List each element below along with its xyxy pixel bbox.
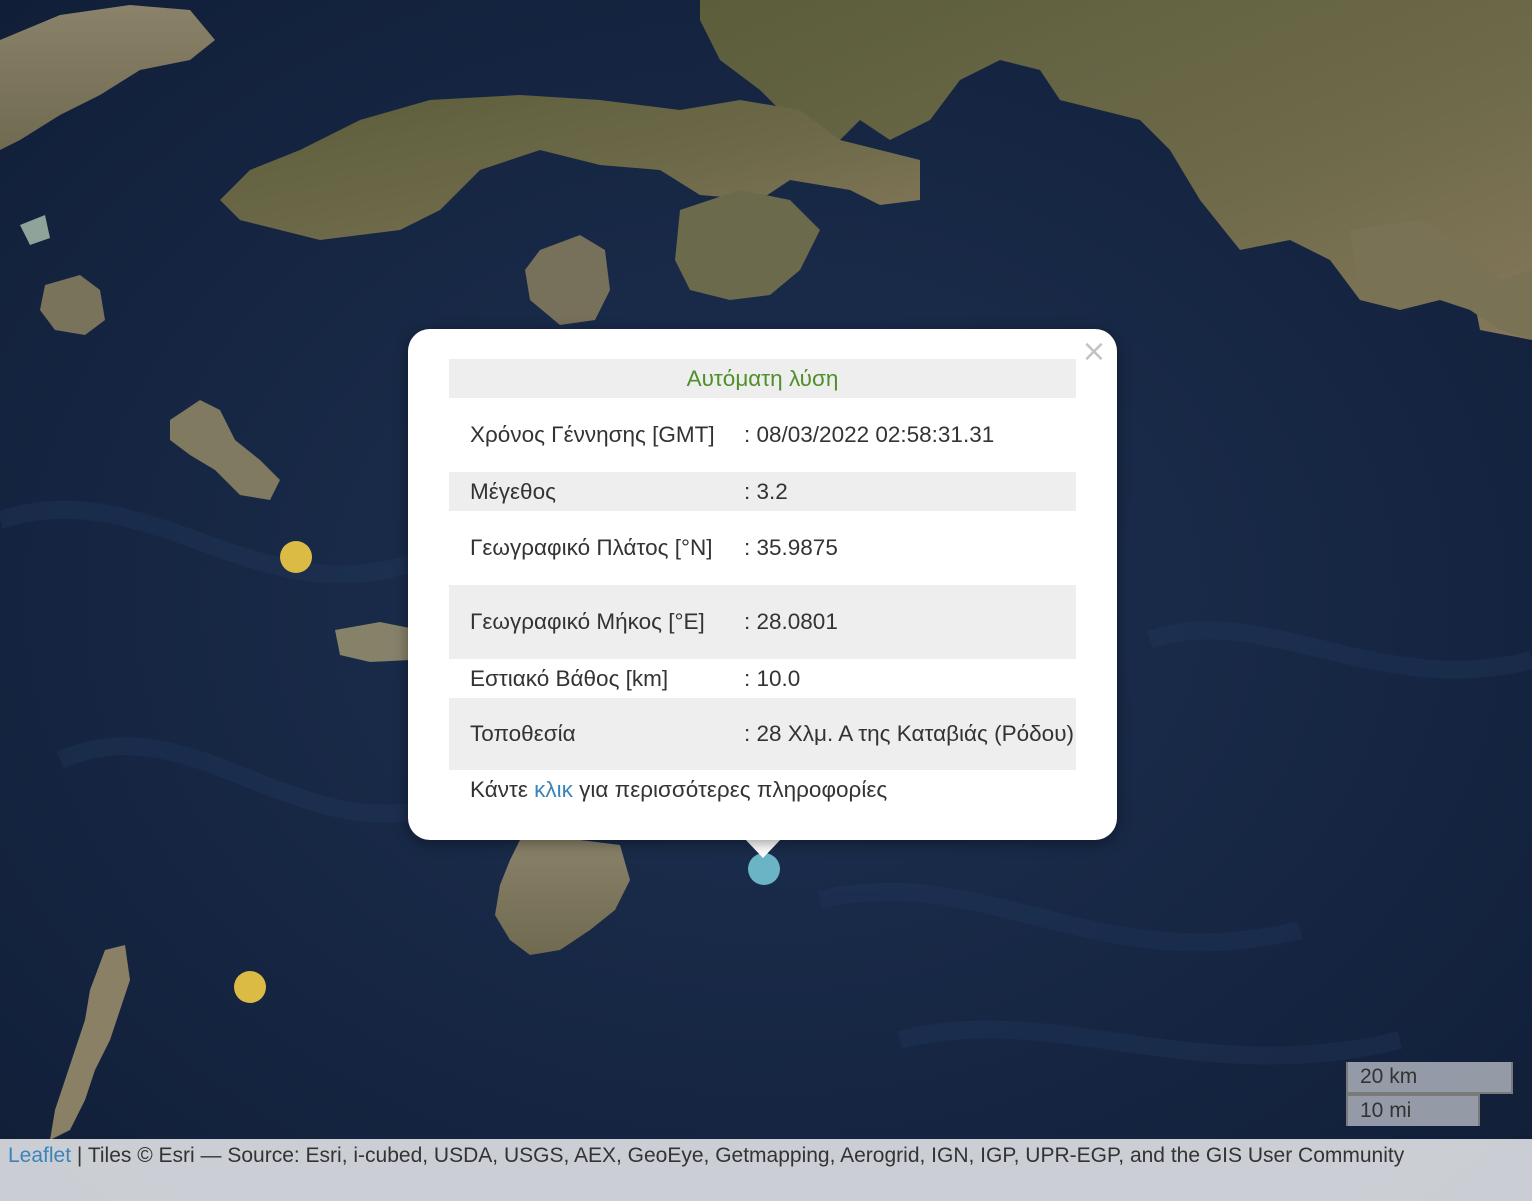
- popup-header-row: Αυτόματη λύση: [449, 359, 1076, 398]
- table-row: Εστιακό Βάθος [km] : 10.0: [449, 659, 1076, 698]
- latitude-value: : 35.9875: [744, 535, 838, 560]
- map-attribution: Leaflet | Tiles © Esri — Source: Esri, i…: [0, 1139, 1532, 1201]
- earthquake-info-table: Αυτόματη λύση Χρόνος Γέννησης [GMT] : 08…: [449, 359, 1076, 810]
- leaflet-link[interactable]: Leaflet: [8, 1144, 71, 1167]
- more-info-text: Κάντε κλικ για περισσότερες πληροφορίες: [449, 770, 1076, 810]
- earthquake-info-popup: × Αυτόματη λύση Χρόνος Γέννησης [GMT] : …: [408, 329, 1117, 840]
- earthquake-marker-yellow-1[interactable]: [280, 541, 312, 573]
- more-info-prefix: Κάντε: [470, 777, 535, 802]
- longitude-label: Γεωγραφικό Μήκος [°E]: [470, 609, 705, 634]
- table-row: Μέγεθος : 3.2: [449, 472, 1076, 511]
- table-row: Γεωγραφικό Μήκος [°E] : 28.0801: [449, 585, 1076, 659]
- time-value: : 08/03/2022 02:58:31.31: [744, 422, 995, 447]
- location-label: Τοποθεσία: [470, 721, 576, 746]
- depth-value: : 10.0: [744, 665, 801, 691]
- more-info-suffix: για περισσότερες πληροφορίες: [572, 777, 888, 802]
- attribution-separator: |: [71, 1144, 88, 1167]
- popup-header: Αυτόματη λύση: [686, 365, 839, 391]
- earthquake-marker-yellow-2[interactable]: [234, 971, 266, 1003]
- magnitude-value: : 3.2: [744, 478, 788, 504]
- table-row: Χρόνος Γέννησης [GMT] : 08/03/2022 02:58…: [449, 398, 1076, 472]
- depth-label: Εστιακό Βάθος [km]: [470, 665, 669, 691]
- magnitude-label: Μέγεθος: [470, 478, 556, 504]
- latitude-label: Γεωγραφικό Πλάτος [°N]: [470, 535, 713, 560]
- table-row: Γεωγραφικό Πλάτος [°N] : 35.9875: [449, 511, 1076, 585]
- time-label: Χρόνος Γέννησης [GMT]: [470, 422, 715, 447]
- longitude-value: : 28.0801: [744, 609, 838, 634]
- location-value: : 28 Χλμ. Α της Καταβιάς (Ρόδου): [744, 721, 1074, 746]
- more-info-link[interactable]: κλικ: [534, 777, 573, 802]
- popup-tip: [744, 838, 782, 858]
- table-row: Τοποθεσία : 28 Χλμ. Α της Καταβιάς (Ρόδο…: [449, 698, 1076, 770]
- scale-bar-mi: 10 mi: [1346, 1094, 1480, 1126]
- tiles-attribution-text: Tiles © Esri — Source: Esri, i-cubed, US…: [87, 1144, 1405, 1167]
- close-icon[interactable]: ×: [1081, 337, 1107, 367]
- more-info-row: Κάντε κλικ για περισσότερες πληροφορίες: [449, 770, 1076, 810]
- scale-bar-km: 20 km: [1346, 1062, 1513, 1094]
